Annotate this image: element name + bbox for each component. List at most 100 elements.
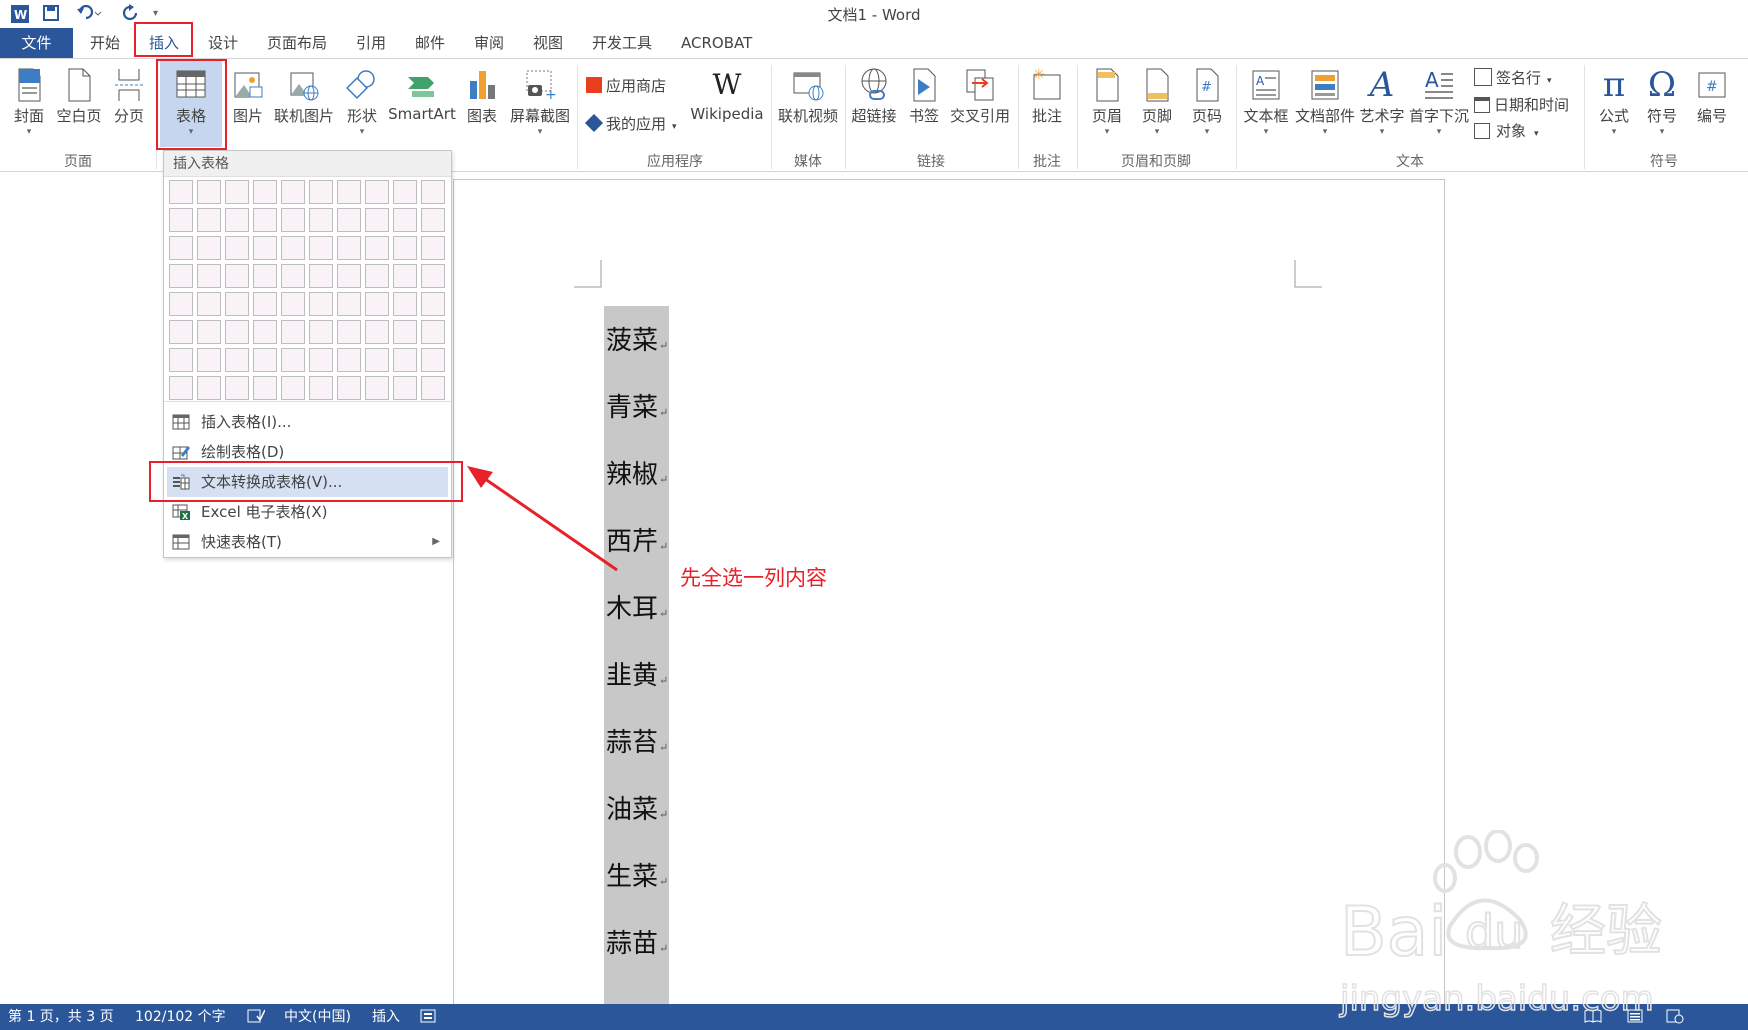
table-grid-cell[interactable] [393,320,417,344]
symbol-button[interactable]: Ω 符号 ▾ [1640,67,1684,137]
table-grid-cell[interactable] [225,264,249,288]
table-grid-cell[interactable] [421,376,445,400]
table-grid-cell[interactable] [365,236,389,260]
table-grid-cell[interactable] [281,376,305,400]
table-grid-cell[interactable] [393,208,417,232]
doc-line[interactable]: 生菜↵ [606,856,668,893]
footer-button[interactable]: 页脚 ▾ [1136,67,1178,137]
doc-line[interactable]: 韭黄↵ [606,655,668,692]
table-grid-cell[interactable] [393,292,417,316]
comment-button[interactable]: ✳ 批注 [1024,67,1070,126]
table-grid-cell[interactable] [225,236,249,260]
hyperlink-button[interactable]: 超链接 [850,67,898,126]
tab-layout[interactable]: 页面布局 [267,28,327,58]
table-grid-cell[interactable] [337,264,361,288]
table-grid-cell[interactable] [225,292,249,316]
table-grid-cell[interactable] [253,376,277,400]
table-grid-cell[interactable] [309,376,333,400]
table-grid-cell[interactable] [281,348,305,372]
page-break-button[interactable]: 分页 [108,67,150,126]
table-grid-cell[interactable] [393,180,417,204]
table-grid-cell[interactable] [337,320,361,344]
signature-line-button[interactable]: 签名行 ▾ [1474,67,1552,88]
table-grid-cell[interactable] [365,264,389,288]
table-grid-cell[interactable] [225,376,249,400]
table-grid-cell[interactable] [169,348,193,372]
tab-file[interactable]: 文件 [0,28,73,58]
table-grid-cell[interactable] [253,348,277,372]
table-grid-cell[interactable] [253,292,277,316]
table-grid-cell[interactable] [281,292,305,316]
table-grid-cell[interactable] [393,376,417,400]
my-apps-button[interactable]: 我的应用 ▾ [584,113,677,134]
table-grid-cell[interactable] [169,376,193,400]
table-grid-cell[interactable] [281,236,305,260]
table-grid-cell[interactable] [197,348,221,372]
table-grid-cell[interactable] [365,348,389,372]
table-grid-cell[interactable] [225,348,249,372]
table-grid-cell[interactable] [421,264,445,288]
online-picture-button[interactable]: 联机图片 [272,67,336,126]
table-grid-cell[interactable] [393,348,417,372]
number-button[interactable]: # 编号 [1690,67,1734,126]
table-grid-cell[interactable] [281,264,305,288]
picture-button[interactable]: 图片 [228,67,268,126]
table-grid-cell[interactable] [337,236,361,260]
table-grid-cell[interactable] [309,320,333,344]
equation-button[interactable]: π 公式 ▾ [1592,67,1636,137]
tab-home[interactable]: 开始 [90,28,120,58]
table-grid-cell[interactable] [197,376,221,400]
tab-review[interactable]: 审阅 [474,28,504,58]
quick-parts-button[interactable]: 文档部件 ▾ [1294,67,1356,137]
table-grid-cell[interactable] [197,292,221,316]
table-grid-cell[interactable] [365,320,389,344]
table-grid-cell[interactable] [421,292,445,316]
text-box-button[interactable]: A 文本框 ▾ [1242,67,1290,137]
table-grid-cell[interactable] [225,208,249,232]
doc-line[interactable]: 油菜↵ [606,789,668,826]
table-grid-cell[interactable] [169,320,193,344]
table-grid-cell[interactable] [169,264,193,288]
table-grid-cell[interactable] [393,264,417,288]
bookmark-button[interactable]: 书签 [904,67,944,126]
cross-reference-button[interactable]: 交叉引用 [948,67,1012,126]
online-video-button[interactable]: 联机视频 [776,67,840,126]
table-grid-cell[interactable] [309,292,333,316]
tab-acrobat[interactable]: ACROBAT [681,28,752,58]
table-grid-cell[interactable] [309,208,333,232]
table-grid-cell[interactable] [169,208,193,232]
table-grid-cell[interactable] [337,292,361,316]
tab-design[interactable]: 设计 [208,28,238,58]
doc-line[interactable]: 木耳↵ [606,588,668,625]
doc-line[interactable]: 蒜苗↵ [606,923,668,960]
blank-page-button[interactable]: 空白页 [55,67,103,126]
table-grid-cell[interactable] [281,180,305,204]
table-grid-cell[interactable] [197,180,221,204]
table-grid-cell[interactable] [365,180,389,204]
table-grid-cell[interactable] [253,236,277,260]
table-grid-cell[interactable] [169,180,193,204]
cover-page-button[interactable]: 封面 ▾ [8,67,50,137]
tab-developer[interactable]: 开发工具 [592,28,652,58]
table-grid-cell[interactable] [169,236,193,260]
table-grid-cell[interactable] [309,180,333,204]
table-grid-cell[interactable] [421,320,445,344]
store-button[interactable]: 应用商店 [586,75,666,96]
table-grid-cell[interactable] [421,180,445,204]
tab-references[interactable]: 引用 [356,28,386,58]
table-grid-cell[interactable] [337,348,361,372]
chart-button[interactable]: 图表 [462,67,502,126]
menu-quick-tables[interactable]: 快速表格(T) ▶ [167,527,448,557]
table-grid-cell[interactable] [309,264,333,288]
table-grid-cell[interactable] [281,208,305,232]
table-grid-cell[interactable] [197,236,221,260]
doc-line[interactable]: 菠菜↵ [606,320,668,357]
menu-insert-table[interactable]: 插入表格(I)... [167,407,448,437]
table-grid-cell[interactable] [281,320,305,344]
table-grid-cell[interactable] [365,376,389,400]
table-grid-cell[interactable] [197,320,221,344]
doc-line[interactable]: 青菜↵ [606,387,668,424]
macro-record-icon[interactable] [420,1004,436,1030]
table-grid-cell[interactable] [337,376,361,400]
wordart-button[interactable]: A 艺术字 ▾ [1358,67,1406,137]
